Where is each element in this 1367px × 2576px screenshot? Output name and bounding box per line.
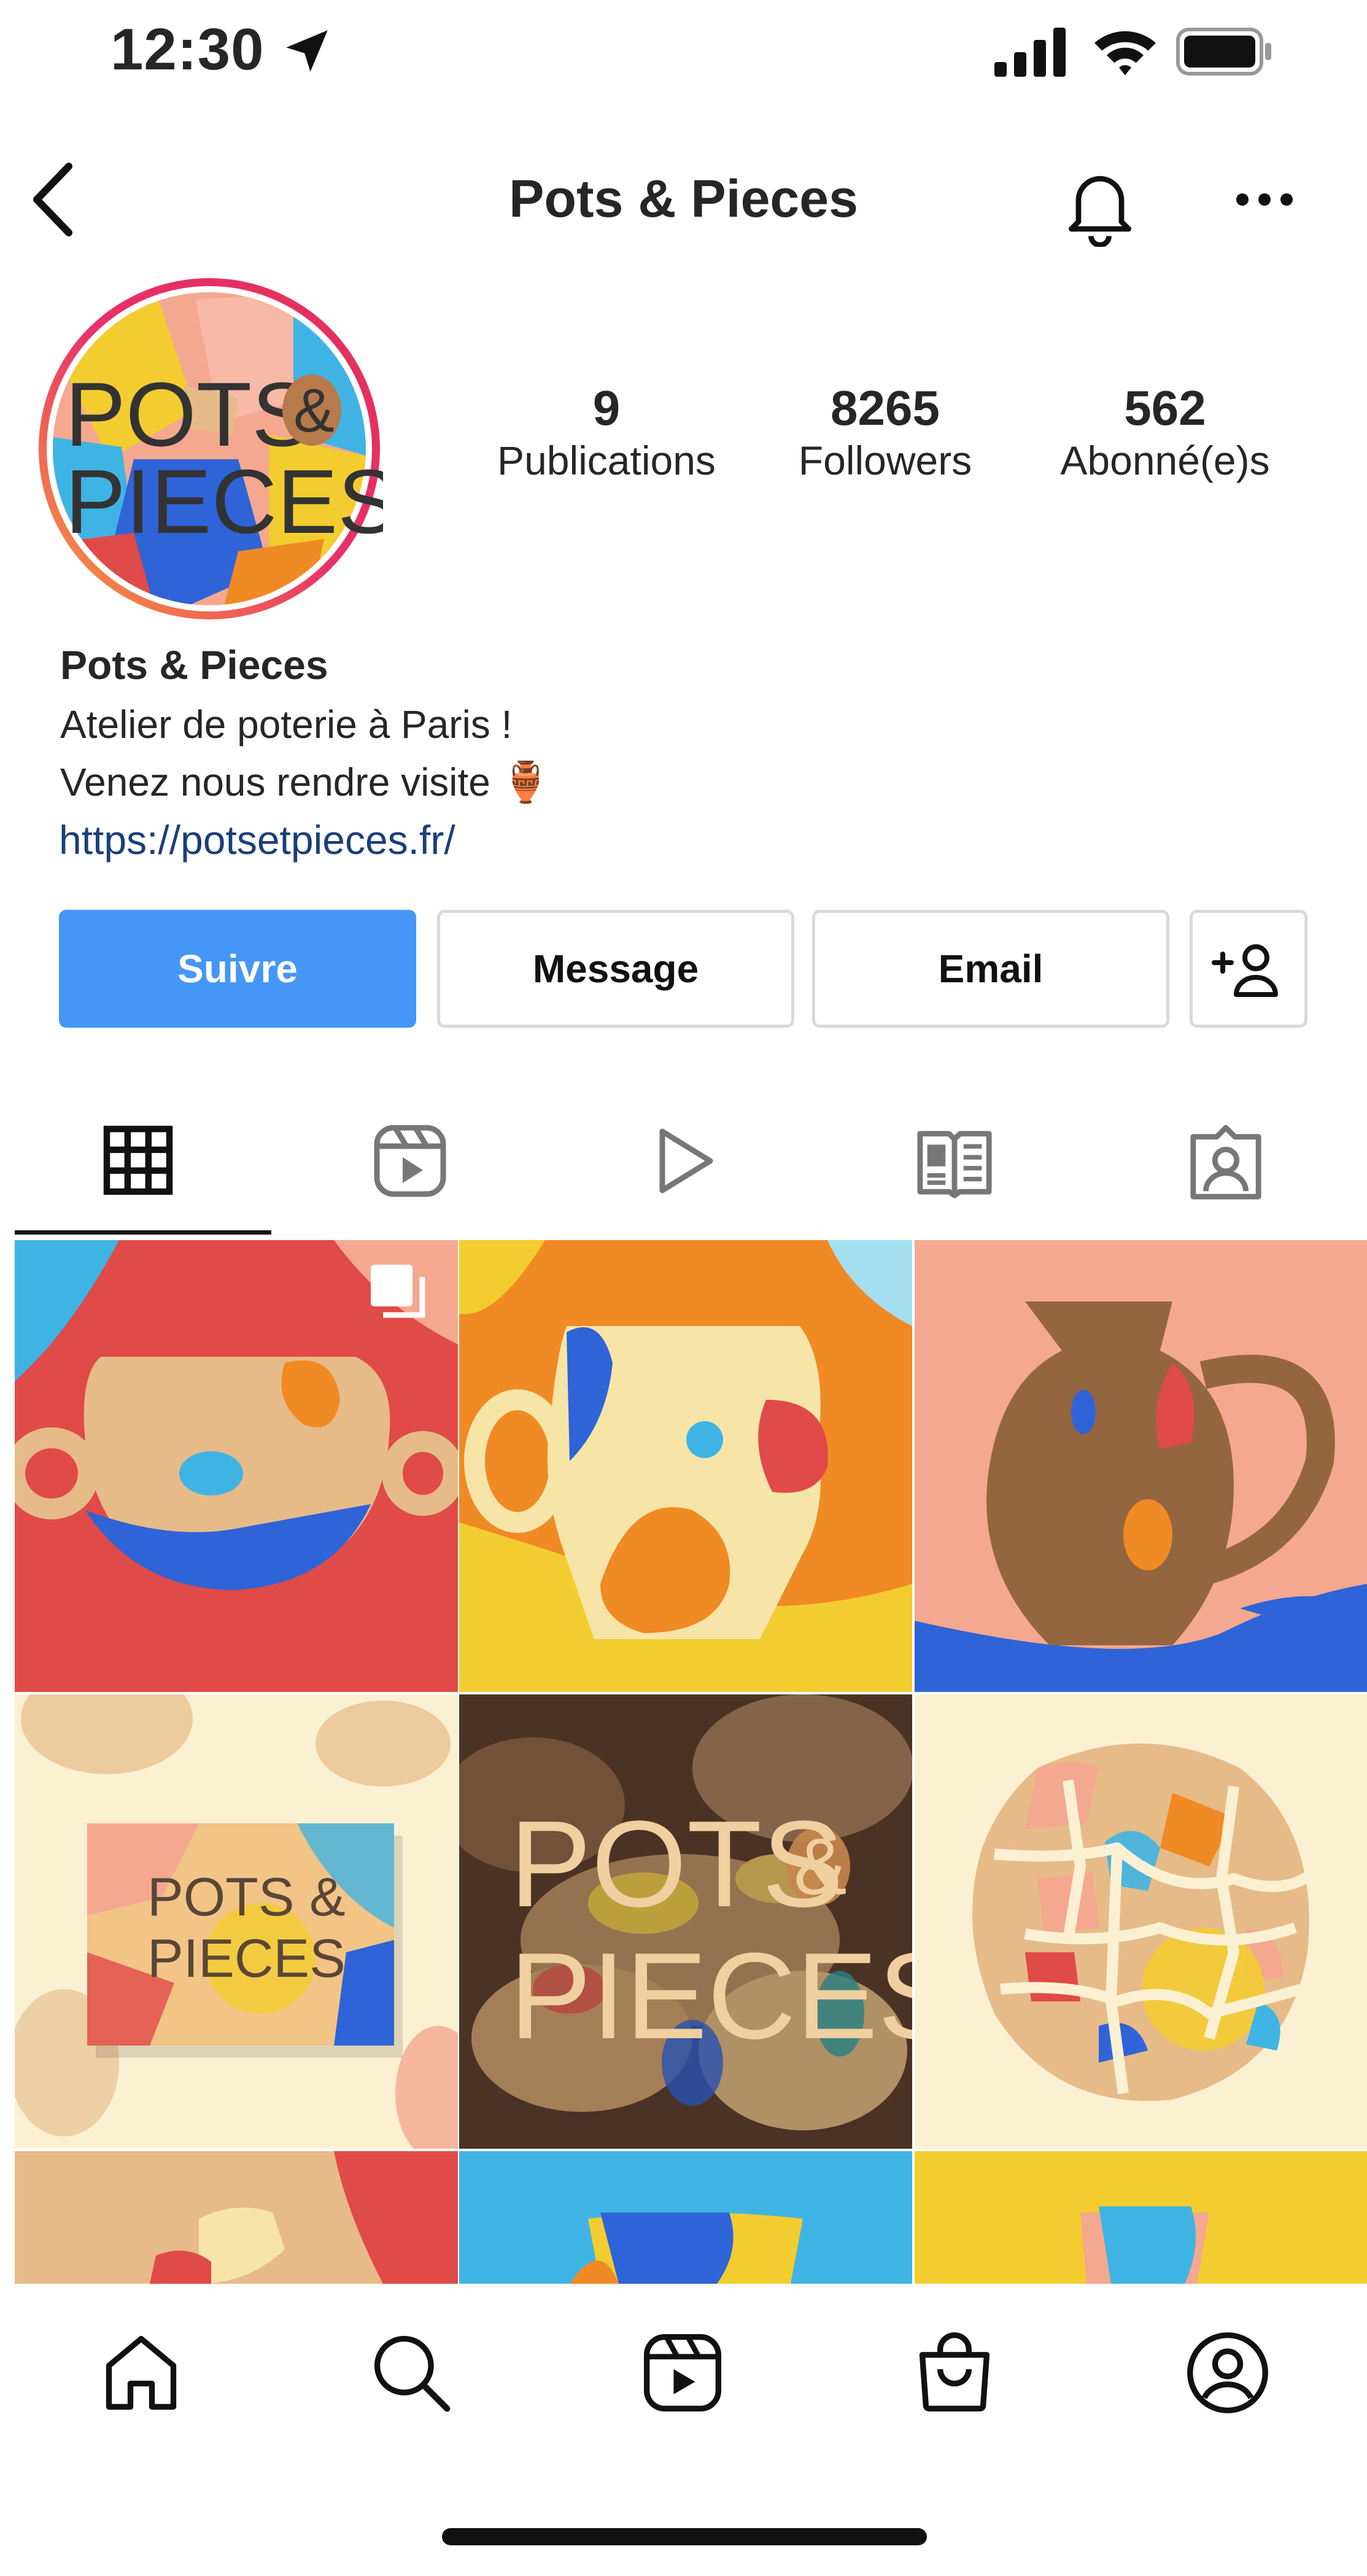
stat-publications-label: Publications: [497, 438, 716, 483]
stat-publications-value: 9: [592, 381, 621, 435]
tab-tagged-icon[interactable]: [1186, 1122, 1266, 1202]
page-title: Pots & Pieces: [509, 169, 858, 228]
stat-followers-value: 8265: [831, 381, 940, 435]
box-text-line2: PIECES: [147, 1928, 346, 1988]
home-icon[interactable]: [98, 2330, 184, 2416]
cellular-signal-icon: [994, 28, 1066, 77]
location-arrow-icon: [286, 30, 328, 72]
post-thumbnail-7[interactable]: [15, 2151, 458, 2284]
tab-reels-icon[interactable]: [371, 1122, 449, 1200]
email-button[interactable]: Email: [812, 910, 1169, 1028]
message-button[interactable]: Message: [437, 910, 794, 1028]
post-thumbnail-2[interactable]: [459, 1240, 912, 1692]
post-thumbnail-9[interactable]: [915, 2151, 1367, 2284]
tab-active-indicator: [15, 1230, 271, 1235]
photo-text-amp: &: [794, 1821, 847, 1911]
profile-icon[interactable]: [1185, 2330, 1271, 2416]
avatar-text-amp: &: [293, 376, 335, 445]
photo-text-pieces: PIECES: [509, 1928, 912, 2065]
post-thumbnail-3[interactable]: [915, 1240, 1367, 1692]
profile-link[interactable]: https://potsetpieces.fr/: [59, 817, 455, 863]
battery-icon: [1176, 28, 1271, 76]
shop-icon[interactable]: [912, 2330, 997, 2416]
stat-following-label: Abonné(e)s: [1060, 438, 1270, 483]
status-time: 12:30: [110, 17, 265, 82]
post-thumbnail-4[interactable]: POTS & PIECES: [15, 1694, 458, 2149]
profile-name: Pots & Pieces: [60, 642, 328, 688]
avatar[interactable]: POTS & PIECES: [36, 275, 383, 623]
stat-followers[interactable]: 8265 Followers: [756, 381, 1014, 485]
stat-following[interactable]: 562 Abonné(e)s: [1036, 381, 1294, 485]
tab-guides-icon[interactable]: [915, 1122, 994, 1200]
more-options-icon[interactable]: [1234, 184, 1295, 215]
tab-videos-icon[interactable]: [646, 1123, 719, 1198]
search-icon[interactable]: [368, 2330, 454, 2416]
bio-line-1: Atelier de poterie à Paris !: [60, 702, 513, 747]
post-thumbnail-1[interactable]: [15, 1240, 458, 1692]
add-user-icon: [1212, 944, 1278, 997]
wifi-icon: [1094, 31, 1156, 76]
avatar-text-pieces: PIECES: [65, 451, 383, 553]
avatar-text-pots: POTS: [65, 364, 312, 465]
tab-grid-icon[interactable]: [101, 1123, 175, 1197]
bell-icon[interactable]: [1057, 161, 1143, 247]
post-thumbnail-6[interactable]: [915, 1694, 1367, 2149]
box-text-line1: POTS &: [147, 1866, 346, 1927]
post-thumbnail-5[interactable]: POTS & PIECES: [459, 1694, 912, 2149]
post-thumbnail-8[interactable]: [459, 2151, 912, 2284]
stat-publications[interactable]: 9 Publications: [478, 381, 735, 485]
bio-line-2: Venez nous rendre visite 🏺: [60, 760, 551, 804]
stat-followers-label: Followers: [798, 438, 972, 483]
add-user-button[interactable]: [1190, 910, 1307, 1028]
reels-icon[interactable]: [640, 2330, 726, 2416]
home-indicator: [442, 2528, 927, 2545]
follow-button[interactable]: Suivre: [59, 910, 416, 1028]
stat-following-value: 562: [1124, 381, 1206, 435]
